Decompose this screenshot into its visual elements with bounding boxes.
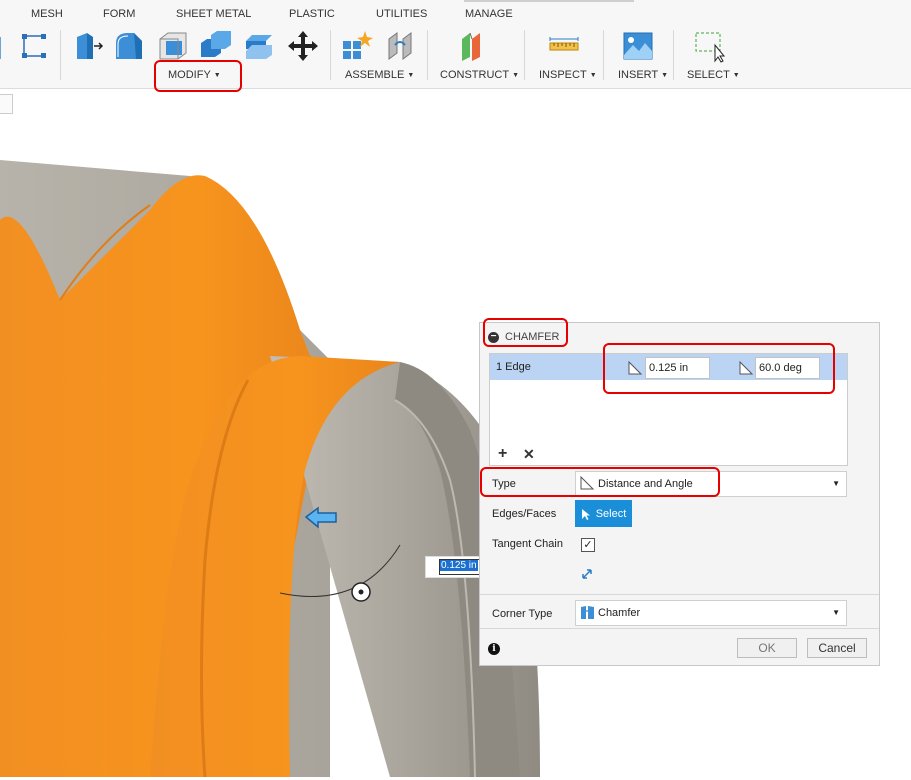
ok-button[interactable]: OK xyxy=(737,638,797,658)
chevron-down-icon: ▼ xyxy=(589,72,597,79)
chamfer-dialog: − CHAMFER 1 Edge 0.125 in 60.0 deg + ✕ T… xyxy=(479,318,880,666)
tangent-checkbox[interactable]: ✓ xyxy=(581,538,595,552)
chevron-down-icon: ▼ xyxy=(512,72,519,79)
chevron-down-icon: ▼ xyxy=(407,72,415,79)
collapse-icon[interactable]: − xyxy=(488,331,499,343)
corner-type-value: Chamfer xyxy=(598,607,641,619)
joint-icon[interactable] xyxy=(382,28,418,64)
dialog-header[interactable]: − CHAMFER xyxy=(488,331,559,343)
separator xyxy=(427,30,428,80)
tab-utilities[interactable]: UTILITIES xyxy=(376,8,427,20)
insert-menu[interactable]: INSERT ▼ xyxy=(618,69,668,81)
replace-face-icon[interactable] xyxy=(241,28,277,64)
corner-type-dropdown[interactable]: Chamfer ▼ xyxy=(575,600,847,626)
chevron-down-icon: ▼ xyxy=(832,479,840,488)
angle-icon xyxy=(739,361,753,375)
assemble-label: ASSEMBLE xyxy=(345,69,405,81)
type-dropdown[interactable]: Distance and Angle ▼ xyxy=(575,471,847,497)
cursor-icon xyxy=(581,508,590,520)
corner-chamfer-icon xyxy=(581,606,594,619)
assemble-menu[interactable]: ASSEMBLE ▼ xyxy=(345,69,414,81)
type-label: Type xyxy=(492,478,516,490)
selection-row[interactable]: 1 Edge 0.125 in 60.0 deg xyxy=(490,354,847,380)
chevron-down-icon: ▼ xyxy=(213,72,221,79)
distance-value: 0.125 in xyxy=(649,362,689,374)
info-icon[interactable]: i xyxy=(488,643,500,655)
press-pull-icon[interactable] xyxy=(70,28,106,64)
new-component-icon[interactable] xyxy=(338,28,374,64)
corner-type-label: Corner Type xyxy=(492,608,553,620)
selection-label: 1 Edge xyxy=(496,361,531,373)
tab-indicator xyxy=(464,0,634,2)
distance-angle-icon xyxy=(580,476,594,490)
dialog-footer: i OK Cancel xyxy=(480,628,879,666)
tab-manage[interactable]: MANAGE xyxy=(465,8,513,20)
tab-sheet-metal[interactable]: SHEET METAL xyxy=(176,8,251,20)
distance-icon xyxy=(628,361,642,375)
cancel-button[interactable]: Cancel xyxy=(807,638,867,658)
selection-list: 1 Edge 0.125 in 60.0 deg + ✕ xyxy=(489,353,848,466)
insert-label: INSERT xyxy=(618,69,659,81)
insert-image-icon[interactable] xyxy=(620,28,656,64)
sketch-dimension-icon[interactable] xyxy=(0,28,16,64)
chevron-down-icon: ▼ xyxy=(832,608,840,617)
select-label: SELECT xyxy=(687,69,730,81)
combine-icon[interactable] xyxy=(198,28,234,64)
measure-icon[interactable] xyxy=(546,28,582,64)
inspect-menu[interactable]: INSPECT ▼ xyxy=(539,69,597,81)
inspect-label: INSPECT xyxy=(539,69,587,81)
separator xyxy=(603,30,604,80)
tab-form[interactable]: FORM xyxy=(103,8,135,20)
fillet-icon[interactable] xyxy=(111,28,147,64)
tangent-label: Tangent Chain xyxy=(492,538,563,550)
add-icon[interactable]: + xyxy=(498,445,507,463)
move-icon[interactable] xyxy=(285,28,321,64)
modify-menu[interactable]: MODIFY ▼ xyxy=(168,69,221,81)
shell-icon[interactable] xyxy=(155,28,191,64)
dialog-title: CHAMFER xyxy=(505,331,560,343)
select-menu[interactable]: SELECT ▼ xyxy=(687,69,740,81)
window-select-icon[interactable] xyxy=(692,28,728,64)
flip-direction-icon[interactable] xyxy=(580,567,594,581)
type-value: Distance and Angle xyxy=(598,478,693,490)
separator xyxy=(673,30,674,80)
chevron-down-icon: ▼ xyxy=(732,72,740,79)
separator xyxy=(330,30,331,80)
tab-mesh[interactable]: MESH xyxy=(31,8,63,20)
sketch-constraint-icon[interactable] xyxy=(16,28,52,64)
select-button-label: Select xyxy=(595,507,627,520)
select-button[interactable]: Select xyxy=(575,500,632,527)
angle-input[interactable]: 60.0 deg xyxy=(755,357,820,379)
remove-icon[interactable]: ✕ xyxy=(523,446,535,463)
chevron-down-icon: ▼ xyxy=(661,72,669,79)
separator xyxy=(60,30,61,80)
tab-plastic[interactable]: PLASTIC xyxy=(289,8,335,20)
divider xyxy=(480,594,879,595)
offset-plane-icon[interactable] xyxy=(457,28,493,64)
angle-value: 60.0 deg xyxy=(759,362,802,374)
construct-menu[interactable]: CONSTRUCT ▼ xyxy=(440,69,519,81)
distance-input[interactable]: 0.125 in xyxy=(645,357,710,379)
separator xyxy=(524,30,525,80)
edges-label: Edges/Faces xyxy=(492,508,557,520)
dimension-value: 0.125 in xyxy=(440,560,478,571)
construct-label: CONSTRUCT xyxy=(440,69,510,81)
toolbar-ribbon: MESH FORM SHEET METAL PLASTIC UTILITIES … xyxy=(0,0,911,92)
modify-label: MODIFY xyxy=(168,69,211,81)
